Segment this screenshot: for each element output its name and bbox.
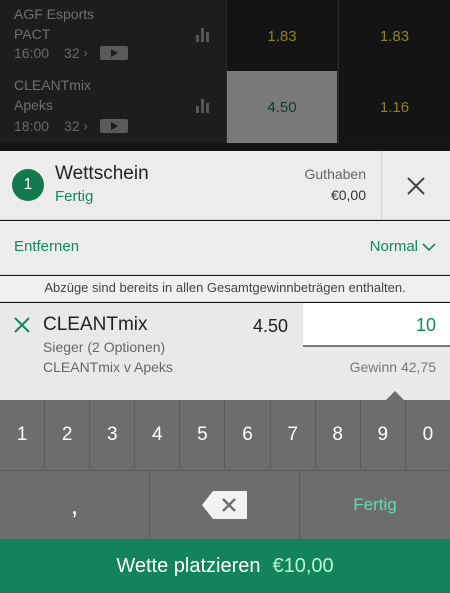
betslip-title: Wettschein (55, 163, 149, 184)
key-1[interactable]: 1 (0, 400, 46, 469)
key-6[interactable]: 6 (225, 400, 271, 469)
odds-button[interactable]: 1.83 (226, 0, 337, 72)
place-bet-button[interactable]: Wette platzieren €10,00 (0, 539, 450, 593)
selection-market: Sieger (2 Optionen) (43, 339, 166, 355)
match-row[interactable]: AGF Esports PACT 16:00 32 › 1.83 1.83 (0, 0, 450, 72)
match-row[interactable]: CLEANTmix Apeks 18:00 32 › 4.50 1.16 (0, 71, 450, 143)
key-8[interactable]: 8 (316, 400, 361, 469)
match-info[interactable]: AGF Esports PACT 16:00 32 › (0, 0, 225, 72)
key-9[interactable]: 9 (361, 400, 406, 469)
potential-return: Gewinn 42,75 (349, 359, 436, 375)
match-info[interactable]: CLEANTmix Apeks 18:00 32 › (0, 71, 225, 143)
bet-mode-select[interactable]: Normal (370, 238, 436, 255)
key-4[interactable]: 4 (135, 400, 181, 469)
odds-button-selected[interactable]: 4.50 (226, 71, 337, 143)
place-bet-label: Wette platzieren (116, 554, 261, 577)
play-icon[interactable] (99, 119, 128, 133)
team-name: PACT (14, 26, 51, 42)
chevron-down-icon (422, 242, 436, 251)
selection-odds: 4.50 (252, 316, 288, 336)
balance-label: Guthaben (304, 166, 367, 182)
bet-mode-label: Normal (369, 238, 418, 255)
team-name: CLEANTmix (14, 77, 92, 93)
remove-all-button[interactable]: Entfernen (14, 238, 79, 255)
keypad-action-row: , Fertig (0, 470, 450, 539)
remove-selection-icon[interactable] (13, 316, 31, 334)
selection-event: CLEANTmix v Apeks (43, 359, 173, 375)
match-meta: 16:00 32 › (14, 45, 128, 61)
key-0[interactable]: 0 (406, 400, 450, 469)
odds-button[interactable]: 1.16 (338, 71, 450, 143)
key-3[interactable]: 3 (90, 400, 136, 469)
close-betslip-button[interactable] (381, 151, 450, 220)
key-5[interactable]: 5 (180, 400, 226, 469)
markets-count: 32 (64, 118, 80, 134)
chevron-right-icon: › (83, 46, 88, 60)
stake-input[interactable]: 10 (303, 303, 450, 347)
play-icon[interactable] (99, 46, 128, 60)
close-icon (407, 176, 425, 195)
match-time: 18:00 (14, 118, 50, 134)
match-time: 16:00 (14, 45, 50, 61)
odds-button[interactable]: 1.83 (338, 0, 450, 72)
team-name: Apeks (14, 97, 53, 113)
match-meta: 18:00 32 › (14, 118, 128, 134)
keypad-done-button[interactable]: Fertig (300, 471, 450, 539)
selection-count-badge: 1 (12, 169, 44, 201)
bar-chart-icon[interactable] (196, 28, 210, 42)
bar-chart-icon[interactable] (196, 99, 210, 113)
betslip-status: Fertig (55, 188, 94, 205)
balance-value: €0,00 (330, 187, 366, 203)
backspace-icon (201, 491, 247, 519)
keypad-digit-row: 1 2 3 4 5 6 7 8 9 0 (0, 400, 450, 469)
comma-key[interactable]: , (0, 471, 150, 539)
chevron-right-icon: › (83, 119, 88, 133)
backspace-button[interactable] (150, 471, 300, 539)
key-2[interactable]: 2 (45, 400, 91, 469)
team-name: AGF Esports (14, 6, 95, 22)
selection-name: CLEANTmix (43, 314, 148, 335)
markets-count: 32 (64, 45, 80, 61)
key-7[interactable]: 7 (271, 400, 316, 469)
info-note: Abzüge sind bereits in allen Gesamtgewin… (0, 276, 450, 302)
place-bet-amount: €10,00 (272, 554, 334, 577)
